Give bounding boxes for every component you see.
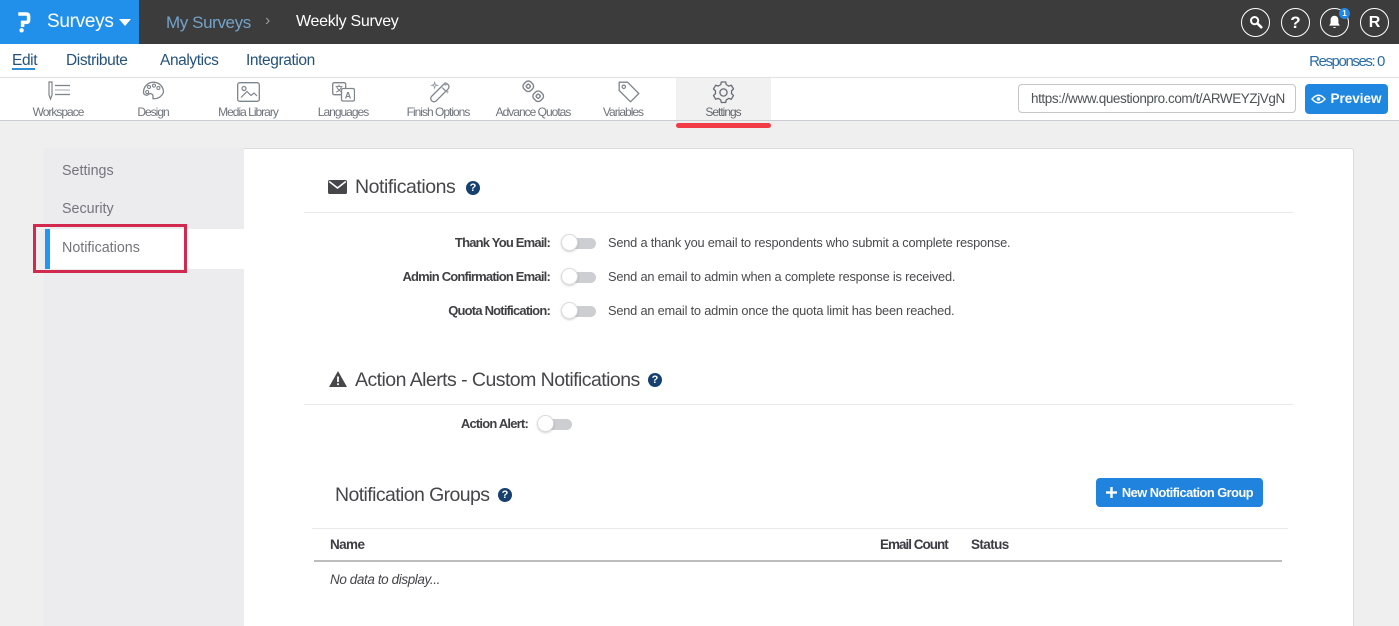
svg-text:A: A bbox=[345, 91, 352, 101]
